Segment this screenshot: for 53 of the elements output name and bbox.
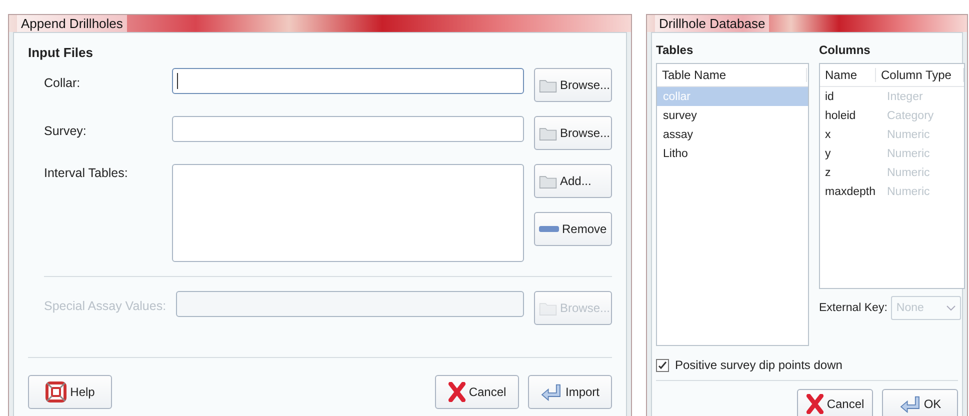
- field-label: Collar:: [44, 75, 82, 90]
- table-list-item[interactable]: survey: [657, 106, 808, 125]
- field-label: Interval Tables:: [44, 165, 129, 180]
- help-button[interactable]: Help: [28, 375, 112, 409]
- table-cell-text: Integer: [886, 90, 924, 102]
- return-arrow-icon: [898, 395, 921, 413]
- folder-icon: [539, 78, 557, 92]
- field-label: External Key:: [819, 302, 888, 314]
- table-cell-text: maxdepth: [824, 186, 877, 198]
- table-cell-text: y: [824, 148, 832, 160]
- list-box[interactable]: [172, 164, 524, 262]
- checkbox-label[interactable]: Positive survey dip points down: [656, 358, 958, 372]
- window-title: Drillhole Database: [655, 15, 770, 32]
- checkbox[interactable]: [656, 358, 669, 372]
- browse-button[interactable]: Add...: [534, 164, 612, 198]
- folder-icon: [539, 126, 557, 140]
- column-header[interactable]: Table Name: [657, 68, 807, 82]
- section-heading: Columns: [819, 43, 872, 57]
- folder-icon: [539, 174, 557, 188]
- table-cell-text: Numeric: [886, 186, 931, 198]
- input-field[interactable]: [172, 68, 524, 94]
- table-cell-text: Numeric: [886, 148, 931, 160]
- table-list-item[interactable]: Litho: [657, 144, 808, 163]
- dialog-button[interactable]: Import: [528, 375, 612, 409]
- table-cell-text: holeid: [824, 110, 857, 122]
- folder-icon: [539, 300, 557, 316]
- cross-icon: [448, 382, 466, 402]
- input-field[interactable]: [172, 116, 524, 142]
- table-cell-text: z: [824, 166, 832, 178]
- field-label: Survey:: [44, 123, 88, 138]
- field-label: Special Assay Values:: [44, 298, 166, 313]
- column-header[interactable]: Name: [820, 68, 876, 82]
- return-arrow-icon: [540, 383, 562, 401]
- browse-button[interactable]: Browse...: [534, 116, 612, 150]
- table-cell-text: Category: [886, 110, 935, 122]
- table-list-item[interactable]: assay: [657, 125, 808, 144]
- section-heading: Tables: [656, 43, 694, 57]
- browse-button[interactable]: Browse...: [534, 68, 612, 102]
- dialog-button[interactable]: Cancel: [797, 389, 873, 416]
- column-header[interactable]: Column Type: [876, 68, 964, 82]
- table-cell-text: x: [824, 128, 832, 140]
- cross-icon: [806, 394, 824, 414]
- table-cell-text: Numeric: [886, 166, 931, 178]
- remove-button[interactable]: Remove: [534, 212, 612, 246]
- section-heading: Input Files: [28, 45, 94, 60]
- table-cell-text: Numeric: [886, 128, 931, 140]
- chevron-down-icon: [946, 305, 956, 311]
- minus-icon: [539, 226, 559, 232]
- table-cell-text: id: [824, 90, 835, 102]
- dialog-button[interactable]: Cancel: [435, 375, 519, 409]
- window-title: Append Drillholes: [17, 15, 127, 32]
- lifebuoy-icon: [45, 381, 68, 403]
- dialog-button[interactable]: OK: [882, 389, 958, 416]
